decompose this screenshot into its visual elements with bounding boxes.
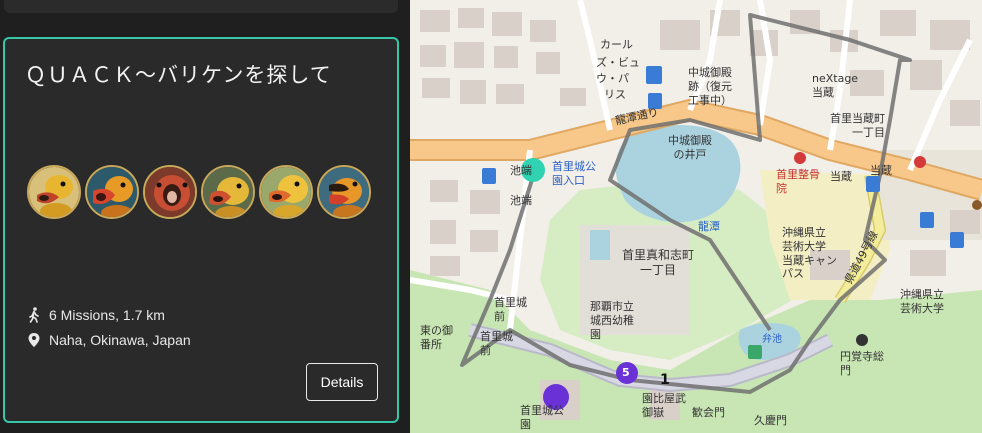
app-root: ＱＵＡＣＫ～バリケンを探して 6 Missions, 1.7 km Naha, …	[0, 0, 982, 433]
duck-avatar	[27, 165, 81, 219]
route-map[interactable]: カール ズ・ビュ ウ・パ リス 中城御殿 跡（復元 工事中） neXtage 当…	[410, 0, 982, 433]
map-label: カール	[600, 38, 633, 51]
map-label: 沖縄県立 芸術大学	[900, 288, 944, 315]
quest-card[interactable]: ＱＵＡＣＫ～バリケンを探して 6 Missions, 1.7 km Naha, …	[3, 37, 399, 423]
map-label: 首里城 前	[494, 296, 527, 323]
missions-info: 6 Missions, 1.7 km	[27, 307, 165, 323]
map-label: 中城御殿 跡（復元 工事中）	[688, 66, 732, 107]
map-label: 首里城 前	[480, 330, 513, 357]
duck-avatar	[201, 165, 255, 219]
duck-avatar	[259, 165, 313, 219]
location-info: Naha, Okinawa, Japan	[27, 332, 191, 348]
map-label: 円覚寺総 門	[840, 350, 884, 377]
map-label: 中城御殿 の井戸	[668, 134, 712, 161]
marker-5-label[interactable]: 5	[622, 366, 630, 380]
map-label: 首里城公 園	[520, 404, 564, 431]
duck-avatar	[317, 165, 371, 219]
map-label: ズ・ビュ	[596, 56, 640, 69]
previous-quest-card[interactable]	[4, 0, 398, 13]
map-label: 久慶門	[754, 414, 787, 427]
map-label: リス	[604, 88, 626, 101]
map-label: 東の御 番所	[420, 324, 453, 351]
quest-list-panel: ＱＵＡＣＫ～バリケンを探して 6 Missions, 1.7 km Naha, …	[0, 0, 410, 433]
map-label: 歓会門	[692, 406, 725, 419]
map-label: 首里整骨 院	[776, 168, 820, 195]
map-label: 当蔵	[830, 170, 852, 183]
marker-1-label[interactable]: 1	[660, 372, 670, 390]
missions-text: 6 Missions, 1.7 km	[49, 307, 165, 323]
details-button[interactable]: Details	[306, 363, 378, 401]
map-label: 首里当蔵町 一丁目	[830, 112, 885, 139]
map-label: 池端	[510, 164, 532, 177]
walking-icon	[29, 307, 39, 323]
map-label: neXtage 当蔵	[812, 72, 859, 99]
mission-avatars	[27, 165, 371, 219]
map-label: 龍潭	[698, 220, 720, 233]
duck-avatar	[143, 165, 197, 219]
map-label: ウ・パ	[596, 72, 629, 85]
map-label: 弁池	[762, 334, 782, 345]
map-label: 沖縄県立 芸術大学 当蔵キャン パス	[782, 226, 837, 281]
map-label: 首里真和志町 一丁目	[622, 248, 695, 277]
map-label: 那覇市立 城西幼稚 園	[590, 300, 634, 341]
location-pin-icon	[28, 333, 40, 347]
map-label: 池端	[510, 194, 532, 207]
location-text: Naha, Okinawa, Japan	[49, 332, 191, 348]
map-label: 当蔵	[870, 164, 892, 177]
map-label: 首里城公 園入口	[552, 160, 596, 187]
duck-avatar	[85, 165, 139, 219]
map-label: 園比屋武 御嶽	[642, 392, 686, 419]
quest-title: ＱＵＡＣＫ～バリケンを探して	[25, 63, 332, 87]
map-canvas	[410, 0, 982, 433]
